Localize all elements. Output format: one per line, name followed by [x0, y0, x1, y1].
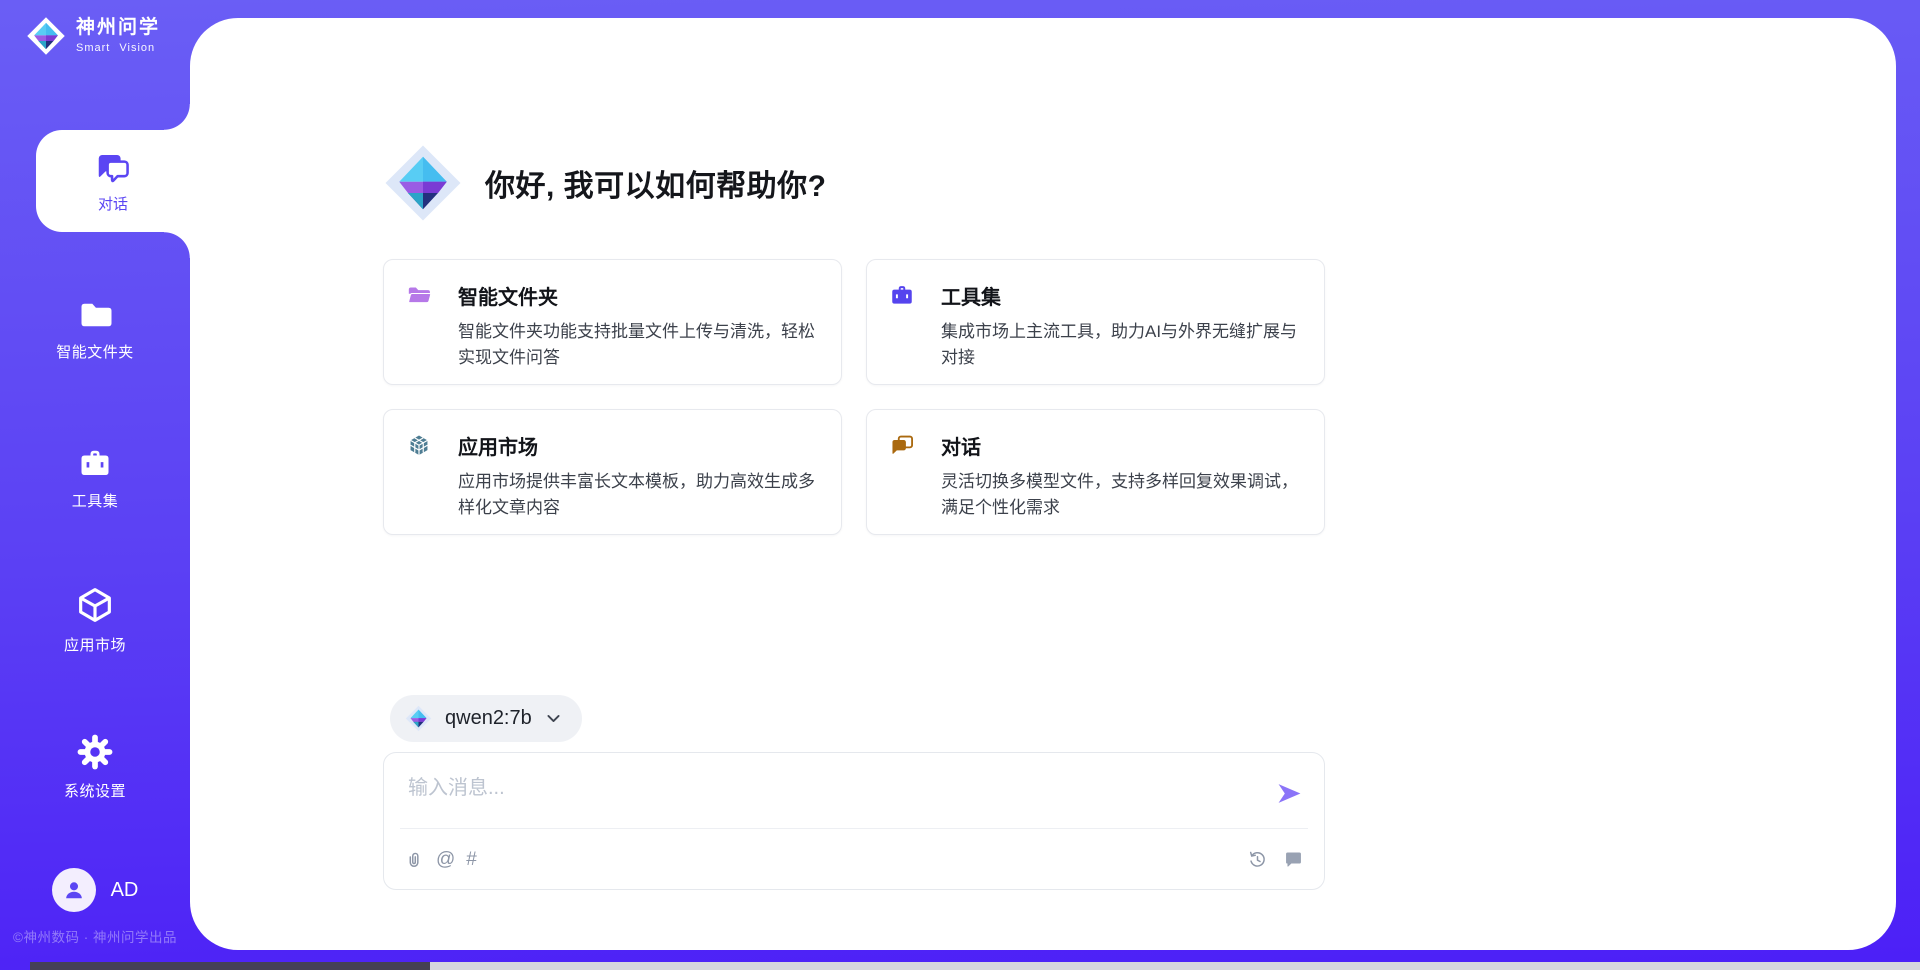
card-description: 应用市场提供丰富长文本模板，助力高效生成多样化文章内容 — [458, 469, 819, 520]
feature-cards: 智能文件夹 智能文件夹功能支持批量文件上传与清洗，轻松实现文件问答 工具集 集成… — [383, 259, 1325, 535]
card-chat[interactable]: 对话 灵活切换多模型文件，支持多样回复效果调试，满足个性化需求 — [866, 409, 1325, 535]
model-selector[interactable]: qwen2:7b — [390, 695, 582, 742]
history-icon[interactable] — [1247, 849, 1268, 870]
cube-icon — [75, 585, 115, 625]
card-title: 对话 — [941, 431, 1302, 460]
send-icon[interactable] — [1276, 781, 1303, 806]
hashtag-icon[interactable]: # — [466, 849, 477, 871]
card-toolset[interactable]: 工具集 集成市场上主流工具，助力AI与外界无缝扩展与对接 — [866, 259, 1325, 385]
sidebar: 神州问学 Smart Vision 对话 智能文件夹 工具集 — [0, 0, 190, 970]
sidebar-item-label: 智能文件夹 — [56, 341, 134, 362]
active-tab-curve-top — [164, 104, 190, 130]
card-description: 智能文件夹功能支持批量文件上传与清洗，轻松实现文件问答 — [458, 319, 819, 370]
card-title: 智能文件夹 — [458, 281, 819, 310]
chat-bubbles-icon — [94, 148, 132, 186]
card-description: 灵活切换多模型文件，支持多样回复效果调试，满足个性化需求 — [941, 469, 1302, 520]
model-diamond-icon — [405, 705, 432, 732]
sidebar-item-settings[interactable]: 系统设置 — [0, 733, 190, 801]
model-name: qwen2:7b — [445, 707, 532, 730]
chat-bubbles-icon — [889, 432, 915, 458]
card-title: 工具集 — [941, 281, 1302, 310]
greeting-block: 你好, 我可以如何帮助你? — [383, 143, 827, 223]
sidebar-item-toolset[interactable]: 工具集 — [0, 445, 190, 511]
brand-logo: 神州问学 Smart Vision — [26, 16, 160, 56]
card-app-market[interactable]: 应用市场 应用市场提供丰富长文本模板，助力高效生成多样化文章内容 — [383, 409, 842, 535]
briefcase-icon — [77, 445, 113, 481]
message-composer: @ # — [383, 752, 1325, 890]
sidebar-item-label: 应用市场 — [64, 634, 126, 655]
brand-diamond-icon — [26, 16, 66, 56]
folder-open-icon — [406, 282, 432, 308]
brand-tagline: Smart Vision — [76, 42, 160, 55]
composer-divider — [400, 828, 1308, 829]
brand-name: 神州问学 — [76, 17, 160, 39]
user-profile[interactable]: AD — [0, 868, 190, 912]
mention-icon[interactable]: @ — [436, 849, 455, 871]
sidebar-item-app-market[interactable]: 应用市场 — [0, 585, 190, 655]
user-name: AD — [111, 879, 139, 902]
card-title: 应用市场 — [458, 431, 819, 460]
briefcase-icon — [889, 282, 915, 308]
sidebar-item-chat[interactable]: 对话 — [36, 130, 190, 232]
conversations-icon[interactable] — [1283, 849, 1304, 870]
sidebar-item-label: 对话 — [98, 193, 128, 214]
sidebar-item-label: 工具集 — [72, 490, 119, 511]
avatar — [52, 868, 96, 912]
chevron-down-icon — [545, 710, 562, 727]
message-input[interactable] — [406, 769, 1260, 825]
greeting-diamond-icon — [383, 143, 463, 223]
scrollbar-thumb[interactable] — [30, 962, 430, 970]
card-description: 集成市场上主流工具，助力AI与外界无缝扩展与对接 — [941, 319, 1302, 370]
active-tab-curve-bottom — [164, 232, 190, 258]
folder-icon — [77, 296, 113, 332]
sidebar-item-label: 系统设置 — [64, 780, 126, 801]
attachment-icon[interactable] — [404, 849, 425, 871]
horizontal-scrollbar[interactable] — [30, 962, 1920, 970]
sidebar-item-smart-folder[interactable]: 智能文件夹 — [0, 296, 190, 362]
copyright-footer: ©神州数码 · 神州问学出品 — [13, 926, 189, 946]
greeting-title: 你好, 我可以如何帮助你? — [485, 161, 827, 205]
card-smart-folder[interactable]: 智能文件夹 智能文件夹功能支持批量文件上传与清洗，轻松实现文件问答 — [383, 259, 842, 385]
gear-icon — [76, 733, 114, 771]
cube-grid-icon — [406, 432, 432, 458]
